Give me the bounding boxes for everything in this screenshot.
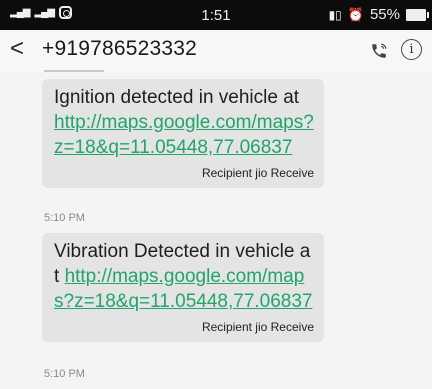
conversation-header: < +919786523332 i: [0, 30, 432, 72]
previous-timestamp-fragment: [44, 69, 104, 75]
battery-percent: 55%: [369, 6, 400, 23]
sim-label: Recipient jio Receive: [201, 166, 314, 180]
status-right: ▮▯ ⏰ 55%: [328, 6, 429, 23]
battery-icon: [406, 8, 429, 21]
back-button[interactable]: <: [10, 35, 24, 63]
vibrate-icon: ▮▯: [328, 7, 342, 22]
message-timestamp: 5:10 PM: [44, 212, 85, 224]
message-body: Ignition detected in vehicle at: [54, 87, 300, 108]
info-button[interactable]: i: [401, 39, 422, 60]
sim-label: Recipient jio Receive: [201, 320, 314, 334]
message-bubble[interactable]: Ignition detected in vehicle at http://m…: [42, 79, 324, 188]
map-link[interactable]: http://maps.google.com/maps?z=18&q=11.05…: [54, 266, 313, 312]
message-text: Vibration Detected in vehicle at http://…: [54, 239, 314, 314]
contact-number: +919786523332: [42, 37, 198, 60]
message-text: Ignition detected in vehicle at http://m…: [54, 85, 314, 160]
message-bubble[interactable]: Vibration Detected in vehicle at http://…: [42, 233, 324, 342]
message-timestamp: 5:10 PM: [44, 368, 85, 380]
map-link[interactable]: http://maps.google.com/maps?z=18&q=11.05…: [54, 112, 314, 158]
alarm-icon: ⏰: [347, 6, 364, 22]
call-icon[interactable]: [370, 42, 388, 60]
status-bar: ▂▄▆ ▂▄▆ 1:51 ▮▯ ⏰ 55%: [0, 0, 432, 30]
